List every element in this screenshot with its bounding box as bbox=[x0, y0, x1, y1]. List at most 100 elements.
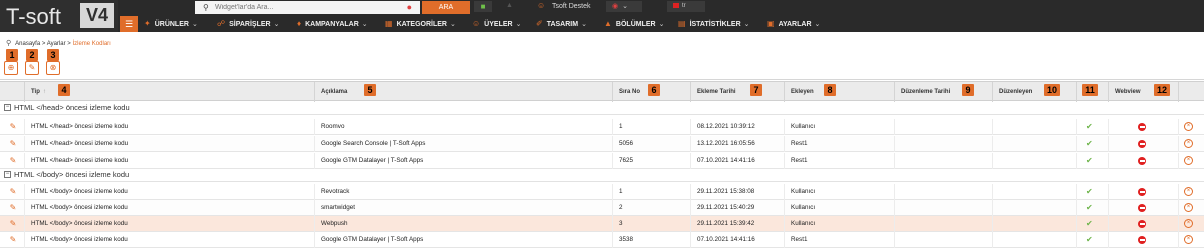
cell-duzenleyen bbox=[992, 119, 1076, 135]
tag-icon: ♦ bbox=[297, 19, 302, 28]
annotation-badge: 5 bbox=[364, 84, 376, 96]
annotation-badge: 3 bbox=[47, 49, 59, 61]
cell-tarih: 08.12.2021 10:39:12 bbox=[690, 119, 784, 135]
menu-ayarlar[interactable]: ▣ AYARLAR ⌄ bbox=[767, 16, 820, 32]
header-aciklama[interactable]: Açıklama bbox=[314, 82, 612, 102]
edit-icon[interactable]: ✎ bbox=[8, 235, 18, 245]
logo[interactable]: T-soft V4 bbox=[0, 0, 118, 32]
menu-kategoriler[interactable]: ▦ KATEGORİLER ⌄ bbox=[385, 16, 456, 32]
edit-icon[interactable]: ✎ bbox=[8, 203, 18, 213]
table-row[interactable]: ✎ HTML </head> öncesi izleme kodu Google… bbox=[0, 136, 1204, 152]
annotation-badge: 11 bbox=[1082, 84, 1098, 96]
header-duzenleyen[interactable]: Düzenleyen bbox=[992, 82, 1076, 102]
grid-header: Tip ↑ Açıklama Sıra No Ekleme Tarihi Ekle… bbox=[0, 81, 1204, 102]
user-icon: ☺ bbox=[537, 1, 546, 10]
header-ekleyen[interactable]: Ekleyen bbox=[784, 82, 894, 102]
annotation-badge: 2 bbox=[26, 49, 38, 61]
cell-tip: HTML </body> öncesi izleme kodu bbox=[24, 184, 314, 200]
menu-tasarim[interactable]: ✐ TASARIM ⌄ bbox=[536, 16, 587, 32]
menu-istatistikler[interactable]: ▤ İSTATİSTİKLER ⌄ bbox=[678, 16, 750, 32]
search-button[interactable]: ARA bbox=[422, 1, 470, 14]
cell-duzenleyen bbox=[992, 216, 1076, 232]
edit-icon[interactable]: ✎ bbox=[8, 187, 18, 197]
group-row-head[interactable]: − HTML </head> öncesi izleme kodu bbox=[0, 102, 1204, 115]
cell-duz-tarih bbox=[894, 216, 992, 232]
check-icon: ✔ bbox=[1086, 139, 1093, 148]
cell-aciklama: smartwidget bbox=[314, 200, 612, 216]
delete-button[interactable]: ⊗ bbox=[46, 61, 60, 75]
table-row[interactable]: ✎ HTML </body> öncesi izleme kodu Revotr… bbox=[0, 184, 1204, 200]
cart-icon: ☍ bbox=[217, 19, 226, 28]
annotation-badge: 8 bbox=[824, 84, 836, 96]
breadcrumb-settings[interactable]: Ayarlar bbox=[47, 41, 66, 47]
check-icon: ✔ bbox=[1086, 187, 1093, 196]
table-row[interactable]: ✎ HTML </body> öncesi izleme kodu smartw… bbox=[0, 200, 1204, 216]
edit-icon[interactable]: ✎ bbox=[8, 219, 18, 229]
chart-icon: ▤ bbox=[678, 19, 686, 28]
table-row[interactable]: ✎ HTML </head> öncesi izleme kodu Roomvo… bbox=[0, 119, 1204, 135]
disabled-icon bbox=[1138, 123, 1146, 131]
edit-icon[interactable]: ✎ bbox=[8, 139, 18, 149]
collapse-icon[interactable]: − bbox=[4, 171, 11, 178]
delete-icon[interactable]: × bbox=[1184, 156, 1193, 165]
menu-siparisler[interactable]: ☍ SİPARİŞLER ⌄ bbox=[217, 16, 279, 32]
cell-tip: HTML </head> öncesi izleme kodu bbox=[24, 153, 314, 169]
delete-icon[interactable]: × bbox=[1184, 122, 1193, 131]
table-row[interactable]: ✎ HTML </head> öncesi izleme kodu Google… bbox=[0, 153, 1204, 169]
layout-icon: ▲ bbox=[604, 19, 612, 28]
cell-tip: HTML </head> öncesi izleme kodu bbox=[24, 119, 314, 135]
sitemap-icon: ▦ bbox=[385, 19, 393, 28]
language-dropdown[interactable]: tr bbox=[667, 1, 705, 12]
eye-icon: ◉ bbox=[612, 3, 619, 10]
header-duzenleme-tarihi[interactable]: Düzenleme Tarihi bbox=[894, 82, 992, 102]
cell-duz-tarih bbox=[894, 200, 992, 216]
cell-duz-tarih bbox=[894, 184, 992, 200]
delete-icon[interactable]: × bbox=[1184, 187, 1193, 196]
check-icon: ✔ bbox=[1086, 219, 1093, 228]
disabled-icon bbox=[1138, 188, 1146, 196]
delete-icon[interactable]: × bbox=[1184, 219, 1193, 228]
chat-icon[interactable]: ■ bbox=[474, 1, 492, 12]
cell-duzenleyen bbox=[992, 153, 1076, 169]
edit-button[interactable]: ✎ bbox=[25, 61, 39, 75]
cell-sira: 7625 bbox=[612, 153, 690, 169]
language-code: tr bbox=[682, 3, 686, 9]
menu-uyeler[interactable]: ☺ ÜYELER ⌄ bbox=[472, 16, 521, 32]
cell-tarih: 29.11.2021 15:38:08 bbox=[690, 184, 784, 200]
search-input[interactable] bbox=[215, 2, 395, 13]
table-row[interactable]: ✎ HTML </body> öncesi izleme kodu Webpus… bbox=[0, 216, 1204, 232]
cell-duzenleyen bbox=[992, 184, 1076, 200]
menu-kampanyalar[interactable]: ♦ KAMPANYALAR ⌄ bbox=[297, 16, 368, 32]
cell-tip: HTML </head> öncesi izleme kodu bbox=[24, 136, 314, 152]
cell-ekleyen: Kullanıcı bbox=[784, 119, 894, 135]
cell-tip: HTML </body> öncesi izleme kodu bbox=[24, 216, 314, 232]
header-ekleme-tarihi[interactable]: Ekleme Tarihi bbox=[690, 82, 784, 102]
eye-dropdown[interactable]: ◉ ⌄ bbox=[606, 1, 642, 12]
box-icon: ✦ bbox=[144, 19, 151, 28]
cell-aciklama: Roomvo bbox=[314, 119, 612, 135]
delete-icon[interactable]: × bbox=[1184, 235, 1193, 244]
user-name[interactable]: Tsoft Destek bbox=[552, 3, 591, 10]
menu-bolumler[interactable]: ▲ BÖLÜMLER ⌄ bbox=[604, 16, 664, 32]
group-row-body[interactable]: − HTML </body> öncesi izleme kodu bbox=[0, 169, 1204, 182]
disabled-icon bbox=[1138, 140, 1146, 148]
cell-tarih: 29.11.2021 15:39:42 bbox=[690, 216, 784, 232]
delete-icon[interactable]: × bbox=[1184, 203, 1193, 212]
disabled-icon bbox=[1138, 236, 1146, 244]
cell-duzenleyen bbox=[992, 136, 1076, 152]
cell-ekleyen: Rest1 bbox=[784, 136, 894, 152]
menu-urunler[interactable]: ✦ ÜRÜNLER ⌄ bbox=[144, 16, 198, 32]
mic-icon[interactable]: ● bbox=[407, 2, 412, 12]
header-delete-col bbox=[1178, 82, 1204, 102]
bell-icon[interactable]: ▲ bbox=[506, 2, 513, 9]
collapse-icon[interactable]: − bbox=[4, 104, 11, 111]
add-button[interactable]: ⊕ bbox=[4, 61, 18, 75]
edit-icon[interactable]: ✎ bbox=[8, 122, 18, 132]
edit-icon[interactable]: ✎ bbox=[8, 156, 18, 166]
delete-icon[interactable]: × bbox=[1184, 139, 1193, 148]
home-icon[interactable]: ☰ bbox=[120, 16, 138, 32]
annotation-badge: 1 bbox=[6, 49, 18, 61]
search-box: ⚲ ● bbox=[195, 1, 420, 14]
breadcrumb-home[interactable]: Anasayfa bbox=[15, 41, 40, 47]
breadcrumb: ⚲ Anasayfa > Ayarlar > İzleme Kodları bbox=[6, 40, 111, 47]
